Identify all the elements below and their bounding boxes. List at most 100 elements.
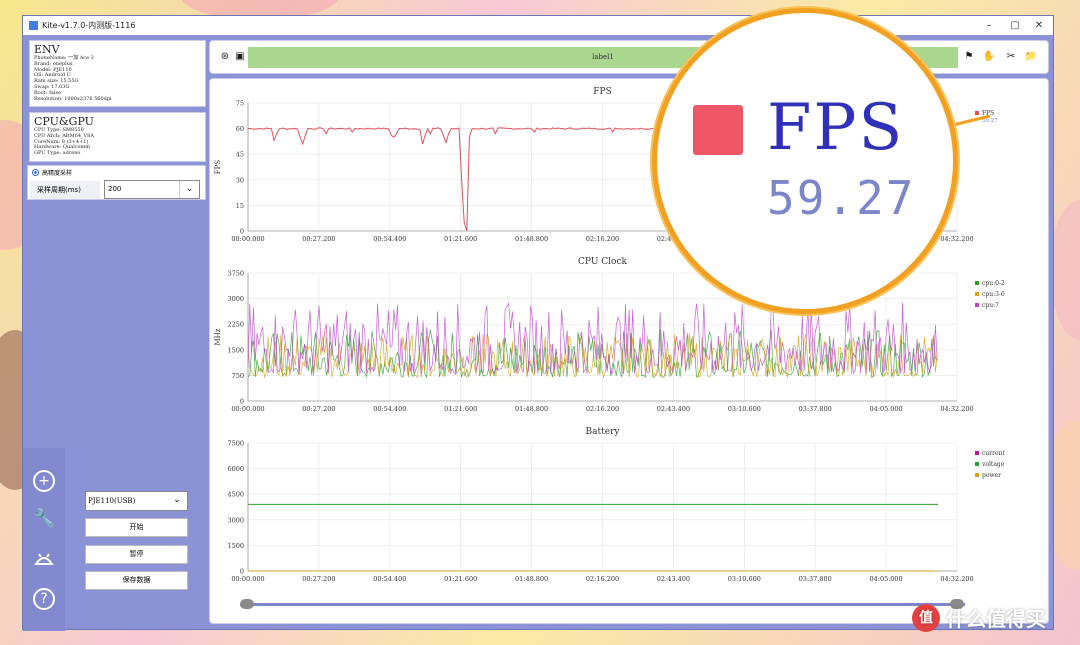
- x-tick-label: 00:54.400: [373, 575, 406, 583]
- radio-icon[interactable]: [32, 169, 39, 176]
- scissors-icon[interactable]: ✂: [1004, 50, 1018, 64]
- x-tick-label: 04:05.000: [869, 405, 902, 413]
- legend-swatch: [975, 111, 979, 115]
- x-tick-label: 00:27.200: [302, 575, 335, 583]
- x-tick-label: 00:00.000: [231, 235, 264, 243]
- legend-swatch: [975, 451, 979, 455]
- legend-label: cpu:0-2: [982, 280, 1005, 287]
- android-icon[interactable]: [33, 548, 55, 570]
- y-tick-label: 60: [236, 125, 244, 133]
- y-tick-label: 4500: [227, 491, 244, 499]
- legend-swatch: [975, 292, 979, 296]
- maximize-icon[interactable]: ▢: [1003, 16, 1027, 35]
- env-line: Resolution: 1080x2376 560dpi: [34, 95, 112, 102]
- cpu-gpu-panel: CPU&GPU CPU Type: SM8550 CPU Arch: ARM64…: [29, 112, 206, 162]
- sampling-period-select[interactable]: 200 ⌄: [104, 180, 200, 199]
- x-tick-label: 01:21.600: [444, 405, 477, 413]
- env-panel: ENV PhoneName: 一加 Ace 3 Brand: oneplus M…: [29, 40, 206, 107]
- save-data-button[interactable]: 保存数据: [85, 571, 188, 590]
- x-tick-label: 00:00.000: [231, 575, 264, 583]
- title-bar: Kite-v1.7.0-内测版-1116 – ▢ ✕: [23, 16, 1053, 35]
- y-axis-label: MHz: [214, 328, 222, 345]
- x-tick-label: 00:27.200: [302, 405, 335, 413]
- y-tick-label: 30: [236, 176, 244, 184]
- help-icon[interactable]: ?: [33, 588, 55, 610]
- x-tick-label: 00:27.200: [302, 235, 335, 243]
- x-tick-label: 01:48.800: [515, 575, 548, 583]
- chevron-down-icon[interactable]: ⌄: [179, 181, 199, 198]
- wrench-icon[interactable]: 🔧: [33, 508, 55, 530]
- x-tick-label: 00:00.000: [231, 405, 264, 413]
- close-icon[interactable]: ✕: [1027, 16, 1051, 35]
- legend-label: FPS: [982, 110, 994, 117]
- x-tick-label: 01:21.600: [444, 575, 477, 583]
- y-tick-label: 75: [236, 100, 244, 108]
- x-tick-label: 02:43.400: [657, 575, 690, 583]
- legend-swatch: [975, 281, 979, 285]
- high-precision-label: 高精度采样: [42, 170, 73, 177]
- y-tick-label: 3000: [227, 516, 244, 524]
- y-tick-label: 750: [232, 372, 244, 380]
- x-tick-label: 02:16.200: [586, 405, 619, 413]
- x-tick-label: 03:10.600: [728, 405, 761, 413]
- legend-label: cpu:3-6: [982, 291, 1005, 298]
- y-tick-label: 1500: [227, 346, 244, 354]
- add-circle-icon[interactable]: +: [33, 470, 55, 492]
- device-select[interactable]: PJE110(USB) ⌄: [85, 491, 188, 511]
- legend-label: power: [982, 472, 1001, 479]
- x-tick-label: 03:37.800: [799, 575, 832, 583]
- x-tick-label: 03:10.600: [728, 575, 761, 583]
- device-value: PJE110(USB): [88, 497, 136, 505]
- cpu-line: GPU Type: adreno: [34, 150, 81, 157]
- chart-title: Battery: [586, 427, 621, 437]
- x-tick-label: 04:05.000: [869, 575, 902, 583]
- legend-swatch: [975, 462, 979, 466]
- window-title: Kite-v1.7.0-内测版-1116: [42, 21, 136, 30]
- x-tick-label: 01:48.800: [515, 405, 548, 413]
- side-icon-rail: + 🔧 ?: [23, 448, 65, 631]
- image-icon[interactable]: ▣: [233, 50, 247, 64]
- pause-button[interactable]: 暂停: [85, 545, 188, 564]
- legend-swatch: [975, 303, 979, 307]
- x-tick-label: 01:21.600: [444, 235, 477, 243]
- bookmark-icon[interactable]: ⚑: [962, 50, 976, 64]
- timeline-handle-start[interactable]: [240, 599, 254, 609]
- chevron-down-icon[interactable]: ⌄: [167, 492, 187, 509]
- sampling-period-label: 采样周期(ms): [30, 181, 100, 199]
- fps-legend-label: FPS: [767, 91, 905, 165]
- y-tick-label: 6000: [227, 465, 244, 473]
- fps-magnifier-callout: FPS 59.27: [652, 8, 958, 314]
- sampling-panel: 高精度采样 采样周期(ms) 200 ⌄: [27, 165, 206, 200]
- x-tick-label: 04:32.200: [940, 575, 973, 583]
- watermark-logo-icon: 值: [912, 603, 940, 632]
- target-icon[interactable]: ⊛: [218, 50, 232, 64]
- y-tick-label: 45: [236, 151, 244, 159]
- y-tick-label: 7500: [227, 440, 244, 448]
- x-tick-label: 02:16.200: [586, 235, 619, 243]
- legend-label: cpu:7: [982, 302, 999, 309]
- watermark: 值 什么值得买: [912, 603, 1046, 632]
- x-tick-label: 02:43.400: [657, 405, 690, 413]
- folder-icon[interactable]: 📁: [1024, 50, 1038, 64]
- sampling-period-value: 200: [108, 185, 122, 193]
- x-tick-label: 03:37.800: [799, 405, 832, 413]
- legend-label: voltage: [981, 461, 1005, 468]
- x-tick-label: 00:54.400: [373, 405, 406, 413]
- x-tick-label: 04:32.200: [940, 405, 973, 413]
- fps-legend-swatch: [693, 105, 743, 155]
- y-tick-label: 3750: [227, 270, 244, 278]
- chart-title: CPU Clock: [578, 257, 627, 267]
- x-tick-label: 01:48.800: [515, 235, 548, 243]
- minimize-icon[interactable]: –: [977, 16, 1001, 35]
- high-precision-radio[interactable]: 高精度采样: [32, 168, 72, 177]
- wallpaper-decoration: [1050, 200, 1080, 340]
- watermark-text: 什么值得买: [946, 607, 1046, 631]
- timeline-track[interactable]: [240, 603, 965, 606]
- legend-swatch: [975, 473, 979, 477]
- x-tick-label: 02:16.200: [586, 575, 619, 583]
- start-button[interactable]: 开始: [85, 518, 188, 537]
- y-axis-label: FPS: [214, 160, 222, 175]
- y-tick-label: 1500: [227, 542, 244, 550]
- hand-icon[interactable]: ✋: [982, 50, 996, 64]
- x-tick-label: 00:54.400: [373, 235, 406, 243]
